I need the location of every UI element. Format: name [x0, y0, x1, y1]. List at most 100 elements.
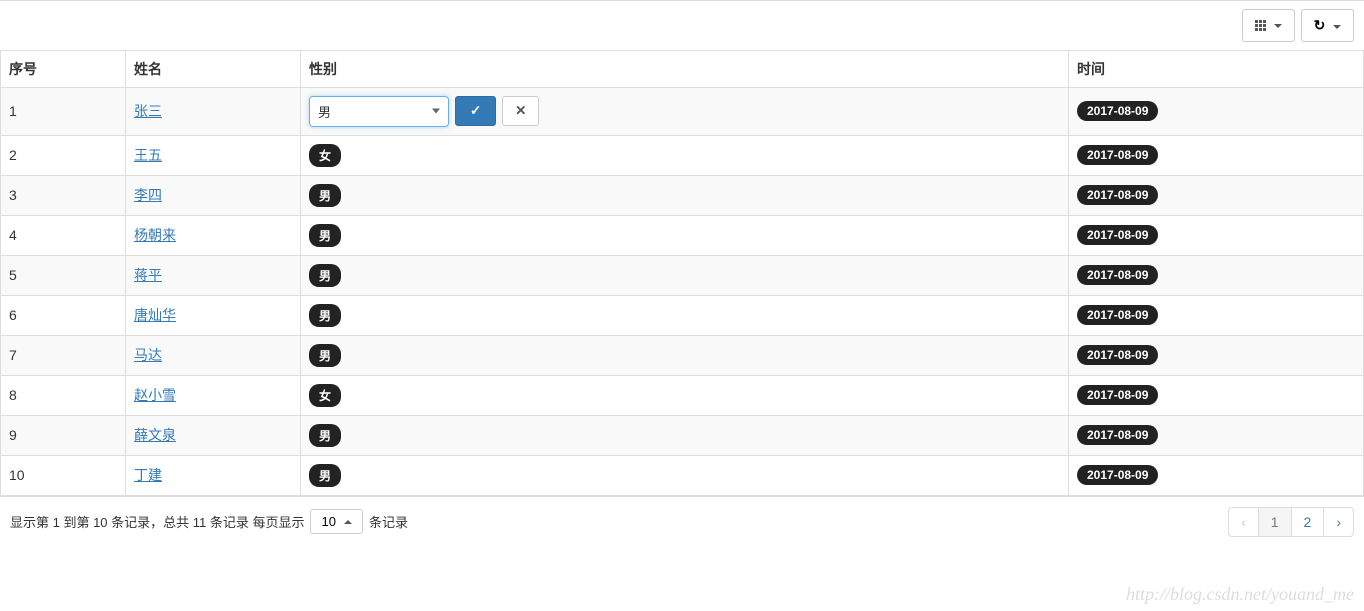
gender-badge: 男: [309, 464, 341, 487]
date-badge: 2017-08-09: [1077, 425, 1158, 445]
gender-badge: 男: [309, 264, 341, 287]
cell-gender[interactable]: 男: [301, 215, 1069, 255]
cell-index: 1: [1, 87, 126, 135]
cell-date: 2017-08-09: [1069, 415, 1364, 455]
chevron-down-icon: [1333, 25, 1341, 29]
date-badge: 2017-08-09: [1077, 225, 1158, 245]
cell-index: 4: [1, 215, 126, 255]
chevron-down-icon: [1274, 24, 1282, 28]
header-date[interactable]: 时间: [1069, 50, 1364, 87]
date-badge: 2017-08-09: [1077, 385, 1158, 405]
header-name[interactable]: 姓名: [126, 50, 301, 87]
gender-badge: 男: [309, 224, 341, 247]
cell-gender[interactable]: 男: [301, 87, 1069, 135]
pagination-next[interactable]: ›: [1323, 507, 1354, 537]
cancel-button[interactable]: [502, 96, 539, 126]
confirm-button[interactable]: [455, 96, 496, 126]
pagination-page-1[interactable]: 1: [1258, 507, 1292, 537]
pagination-info: 显示第 1 到第 10 条记录，总共 11 条记录 每页显示 10 条记录: [10, 509, 408, 534]
name-link[interactable]: 王五: [134, 147, 162, 163]
cell-name: 张三: [126, 87, 301, 135]
date-badge: 2017-08-09: [1077, 101, 1158, 121]
chevron-down-icon: [432, 109, 440, 114]
cell-index: 2: [1, 135, 126, 175]
cell-name: 蒋平: [126, 255, 301, 295]
name-link[interactable]: 马达: [134, 347, 162, 363]
cell-name: 丁建: [126, 455, 301, 495]
table-row: 3李四男2017-08-09: [1, 175, 1364, 215]
date-badge: 2017-08-09: [1077, 465, 1158, 485]
date-badge: 2017-08-09: [1077, 185, 1158, 205]
pagination: ‹ 1 2 ›: [1229, 507, 1354, 537]
info-suffix: 条记录: [369, 512, 408, 531]
cell-gender[interactable]: 男: [301, 415, 1069, 455]
cell-name: 马达: [126, 335, 301, 375]
watermark: http://blog.csdn.net/youand_me: [1126, 584, 1354, 605]
name-link[interactable]: 张三: [134, 103, 162, 119]
cell-gender[interactable]: 男: [301, 335, 1069, 375]
cell-name: 王五: [126, 135, 301, 175]
table-row: 9薛文泉男2017-08-09: [1, 415, 1364, 455]
cell-date: 2017-08-09: [1069, 215, 1364, 255]
date-badge: 2017-08-09: [1077, 345, 1158, 365]
header-gender[interactable]: 性别: [301, 50, 1069, 87]
cell-name: 杨朝来: [126, 215, 301, 255]
cell-index: 6: [1, 295, 126, 335]
gender-select[interactable]: 男: [309, 96, 449, 127]
name-link[interactable]: 赵小雪: [134, 387, 176, 403]
table-header-row: 序号 姓名 性别 时间: [1, 50, 1364, 87]
columns-toggle-button[interactable]: [1242, 9, 1295, 42]
cell-date: 2017-08-09: [1069, 175, 1364, 215]
cell-index: 5: [1, 255, 126, 295]
close-icon: [515, 103, 526, 118]
cell-index: 10: [1, 455, 126, 495]
pagination-prev[interactable]: ‹: [1228, 507, 1259, 537]
cell-gender[interactable]: 女: [301, 135, 1069, 175]
cell-gender[interactable]: 男: [301, 295, 1069, 335]
name-link[interactable]: 李四: [134, 187, 162, 203]
page-size-selector[interactable]: 10: [310, 509, 362, 534]
name-link[interactable]: 丁建: [134, 467, 162, 483]
name-link[interactable]: 唐灿华: [134, 307, 176, 323]
cell-gender[interactable]: 男: [301, 455, 1069, 495]
cell-date: 2017-08-09: [1069, 455, 1364, 495]
table-row: 5 蒋平 男 2017-08-09: [1, 255, 1364, 295]
table-row: 10 丁建 男 2017-08-09: [1, 455, 1364, 495]
table-row: 4 杨朝来 男 2017-08-09: [1, 215, 1364, 255]
cell-date: 2017-08-09: [1069, 295, 1364, 335]
table-row: 2 王五 女 2017-08-09: [1, 135, 1364, 175]
cell-name: 李四: [126, 175, 301, 215]
cell-index: 7: [1, 335, 126, 375]
gender-badge: 男: [309, 424, 341, 447]
export-button[interactable]: ↻: [1301, 9, 1354, 42]
table-row: 8 赵小雪 女 2017-08-09: [1, 375, 1364, 415]
cell-gender[interactable]: 男: [301, 255, 1069, 295]
cell-date: 2017-08-09: [1069, 87, 1364, 135]
cell-date: 2017-08-09: [1069, 335, 1364, 375]
cell-index: 8: [1, 375, 126, 415]
cell-date: 2017-08-09: [1069, 255, 1364, 295]
table-toolbar: ↻: [0, 0, 1364, 50]
name-link[interactable]: 杨朝来: [134, 227, 176, 243]
gender-badge: 男: [309, 184, 341, 207]
gender-badge: 男: [309, 304, 341, 327]
cell-name: 赵小雪: [126, 375, 301, 415]
table-row: 1 张三 男 2017-08-09: [1, 87, 1364, 135]
table-row: 6 唐灿华 男 2017-08-09: [1, 295, 1364, 335]
gender-badge: 女: [309, 144, 341, 167]
check-icon: [470, 103, 481, 118]
name-link[interactable]: 薛文泉: [134, 427, 176, 443]
cell-gender[interactable]: 男: [301, 175, 1069, 215]
export-icon: ↻: [1314, 17, 1326, 33]
pagination-page-2[interactable]: 2: [1291, 507, 1325, 537]
header-index[interactable]: 序号: [1, 50, 126, 87]
cell-name: 薛文泉: [126, 415, 301, 455]
cell-gender[interactable]: 女: [301, 375, 1069, 415]
cell-name: 唐灿华: [126, 295, 301, 335]
gender-badge: 男: [309, 344, 341, 367]
cell-date: 2017-08-09: [1069, 135, 1364, 175]
name-link[interactable]: 蒋平: [134, 267, 162, 283]
info-prefix: 显示第 1 到第 10 条记录，总共 11 条记录 每页显示: [10, 512, 304, 531]
date-badge: 2017-08-09: [1077, 305, 1158, 325]
table-row: 7 马达 男 2017-08-09: [1, 335, 1364, 375]
